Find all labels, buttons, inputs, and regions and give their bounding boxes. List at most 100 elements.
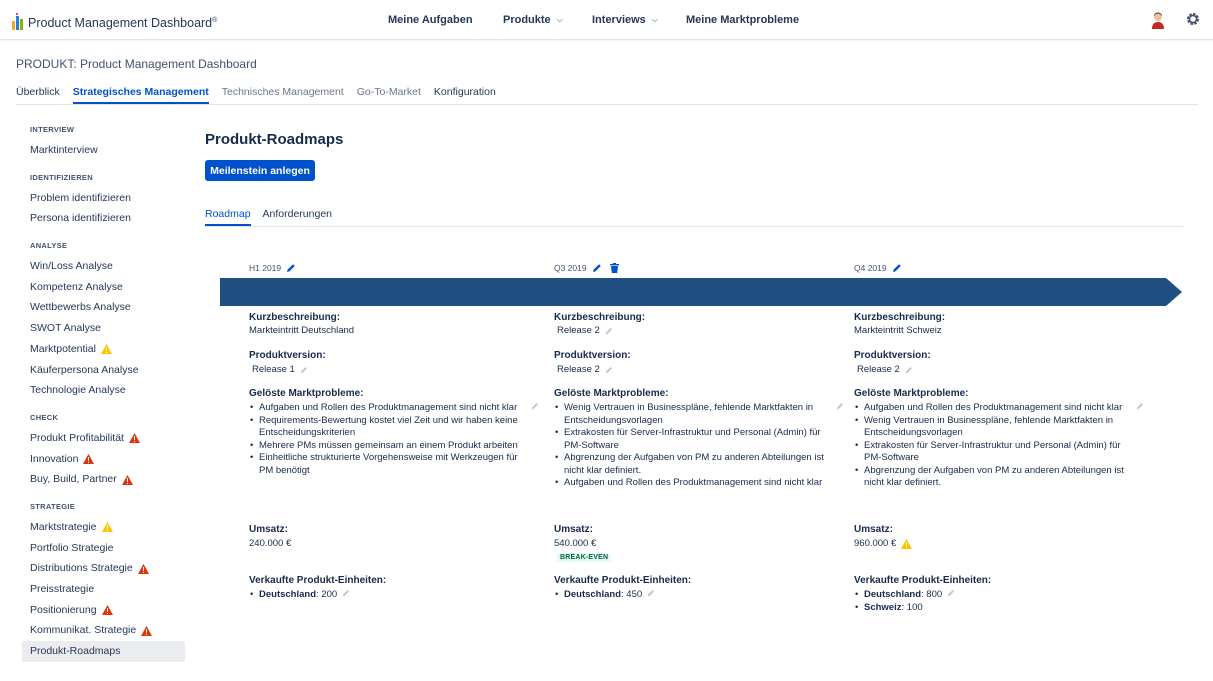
meilenstein-anlegen-button[interactable]: Meilenstein anlegen [205, 160, 315, 181]
nav-meine-marktprobleme[interactable]: Meine Marktprobleme [686, 0, 799, 40]
sidebar-item-marktstrategie[interactable]: Marktstrategie [22, 517, 185, 538]
pencil-icon[interactable] [286, 263, 296, 273]
sidebar-item-label: Persona identifizieren [30, 212, 131, 225]
nav-meine-aufgaben[interactable]: Meine Aufgaben [388, 0, 473, 40]
sidebar-item-label: SWOT Analyse [30, 322, 101, 335]
warning-icon [137, 563, 149, 574]
pencil-icon[interactable] [605, 366, 613, 374]
tab-go-to-market[interactable]: Go-To-Market [357, 86, 421, 98]
marktprobleme-list: Wenig Vertrauen in Businesspläne, fehlen… [554, 402, 844, 490]
sidebar-item-kommunikat-strategie[interactable]: Kommunikat. Strategie [22, 620, 185, 641]
pencil-icon[interactable] [531, 402, 539, 410]
sidebar-item-label: Innovation [30, 452, 79, 465]
pencil-icon[interactable] [342, 589, 350, 597]
warning-icon [101, 522, 113, 533]
gear-icon[interactable] [1185, 11, 1201, 27]
list-item: Aufgaben und Rollen des Produktmanagemen… [554, 477, 844, 490]
produktversion-label: Produktversion: [249, 350, 326, 361]
sidebar-item-label: Marktstrategie [30, 520, 97, 533]
list-item: Aufgaben und Rollen des Produktmanagemen… [249, 402, 539, 415]
pencil-icon[interactable] [892, 263, 902, 273]
sidebar-item-portfolio-strategie[interactable]: Portfolio Strategie [22, 538, 185, 559]
produktversion-value: Release 2 [854, 364, 913, 375]
milestone-period: Q4 2019 [854, 262, 1144, 273]
sidebar-item-problem-identifizieren[interactable]: Problem identifizieren [22, 188, 185, 209]
sidebar-item-wettbewerbs-analyse[interactable]: Wettbewerbs Analyse [22, 297, 185, 318]
warning-icon [901, 538, 913, 549]
list-item: Aufgaben und Rollen des Produktmanagemen… [854, 402, 1144, 415]
produktversion-value: Release 1 [249, 364, 308, 375]
nav-interviews[interactable]: Interviews ⌵ [592, 0, 658, 40]
subtab-roadmap[interactable]: Roadmap [205, 208, 251, 226]
pencil-icon[interactable] [647, 589, 655, 597]
sidebar-item-technologie-analyse[interactable]: Technologie Analyse [22, 380, 185, 401]
tab-konfiguration[interactable]: Konfiguration [434, 86, 496, 98]
sidebar-item-win-loss-analyse[interactable]: Win/Loss Analyse [22, 256, 185, 277]
chevron-down-icon: ⌵ [651, 15, 658, 24]
main-tabs: Überblick Strategisches Management Techn… [16, 86, 509, 104]
sidebar-item-produkt-profitabilität[interactable]: Produkt Profitabilität [22, 428, 185, 449]
einheiten-list: Deutschland: 800Schweiz: 100 [854, 589, 1144, 614]
sidebar-item-label: Positionierung [30, 603, 97, 616]
list-item: Wenig Vertrauen in Businesspläne, fehlen… [554, 402, 844, 427]
umsatz-value: 960.000 € [854, 538, 913, 549]
warning-icon [121, 474, 133, 485]
user-avatar-icon[interactable] [1150, 11, 1166, 29]
list-item: Schweiz: 100 [854, 602, 1144, 615]
subtabs-divider [205, 226, 1183, 227]
einheiten-label: Verkaufte Produkt-Einheiten: [554, 575, 692, 586]
subtab-anforderungen[interactable]: Anforderungen [263, 208, 332, 220]
sidebar-item-produkt-roadmaps[interactable]: Produkt-Roadmaps [22, 641, 185, 662]
chevron-down-icon: ⌵ [556, 15, 563, 24]
sidebar-item-innovation[interactable]: Innovation [22, 449, 185, 470]
tab-ueberblick[interactable]: Überblick [16, 86, 60, 98]
pencil-icon[interactable] [592, 263, 602, 273]
sidebar-item-label: Käuferpersona Analyse [30, 363, 139, 376]
sidebar-item-preisstrategie[interactable]: Preisstrategie [22, 579, 185, 600]
tab-technisches-management[interactable]: Technisches Management [222, 86, 344, 98]
sidebar-item-marktpotential[interactable]: Marktpotential [22, 339, 185, 360]
umsatz-value: 540.000 € [554, 538, 597, 549]
sidebar-item-label: Kompetenz Analyse [30, 280, 123, 293]
sidebar-item-kompetenz-analyse[interactable]: Kompetenz Analyse [22, 277, 185, 298]
umsatz-label: Umsatz: [854, 524, 893, 535]
marktprobleme-label: Gelöste Marktprobleme: [554, 388, 669, 399]
kurzbeschreibung-value: Markteintritt Schweiz [854, 325, 942, 336]
produktversion-label: Produktversion: [854, 350, 931, 361]
sidebar-section-heading: STRATEGIE [30, 501, 76, 511]
sidebar-item-buy-build-partner[interactable]: Buy, Build, Partner [22, 469, 185, 490]
sidebar-item-distributions-strategie[interactable]: Distributions Strategie [22, 558, 185, 579]
warning-icon [141, 625, 153, 636]
app-logo[interactable]: Product Management Dashboard® [12, 13, 217, 30]
sidebar-item-käuferpersona-analyse[interactable]: Käuferpersona Analyse [22, 360, 185, 381]
pencil-icon[interactable] [1136, 402, 1144, 410]
produktversion-value: Release 2 [554, 364, 613, 375]
kurzbeschreibung-label: Kurzbeschreibung: [554, 312, 646, 323]
pencil-icon[interactable] [836, 402, 844, 410]
sidebar-item-marktinterview[interactable]: Marktinterview [22, 140, 185, 161]
produktversion-label: Produktversion: [554, 350, 631, 361]
kurzbeschreibung-label: Kurzbeschreibung: [854, 312, 946, 323]
umsatz-value: 240.000 € [249, 538, 292, 549]
pencil-icon[interactable] [905, 366, 913, 374]
nav-produkte[interactable]: Produkte ⌵ [503, 0, 563, 40]
pencil-icon[interactable] [605, 327, 613, 335]
list-item: Mehrere PMs müssen gemeinsam an einem Pr… [249, 440, 539, 453]
pencil-icon[interactable] [300, 366, 308, 374]
milestone-period: Q3 2019 [554, 262, 844, 273]
warning-icon [100, 344, 112, 355]
sidebar-item-swot-analyse[interactable]: SWOT Analyse [22, 318, 185, 339]
tab-strategisches-management[interactable]: Strategisches Management [72, 86, 209, 104]
logo-icon [12, 13, 26, 30]
sidebar-item-label: Marktpotential [30, 342, 96, 355]
umsatz-label: Umsatz: [249, 524, 288, 535]
milestone-column: H1 2019 Kurzbeschreibung: Markteintritt De… [249, 262, 539, 601]
list-item: Wenig Vertrauen in Businesspläne, fehlen… [854, 415, 1144, 440]
sidebar-item-persona-identifizieren[interactable]: Persona identifizieren [22, 208, 185, 229]
list-item: Deutschland: 800 [854, 589, 1144, 602]
subtabs: Roadmap Anforderungen [205, 208, 344, 226]
pencil-icon[interactable] [947, 589, 955, 597]
trash-icon[interactable] [609, 262, 619, 273]
marktprobleme-list: Aufgaben und Rollen des Produktmanagemen… [854, 402, 1144, 490]
sidebar-item-positionierung[interactable]: Positionierung [22, 600, 185, 621]
